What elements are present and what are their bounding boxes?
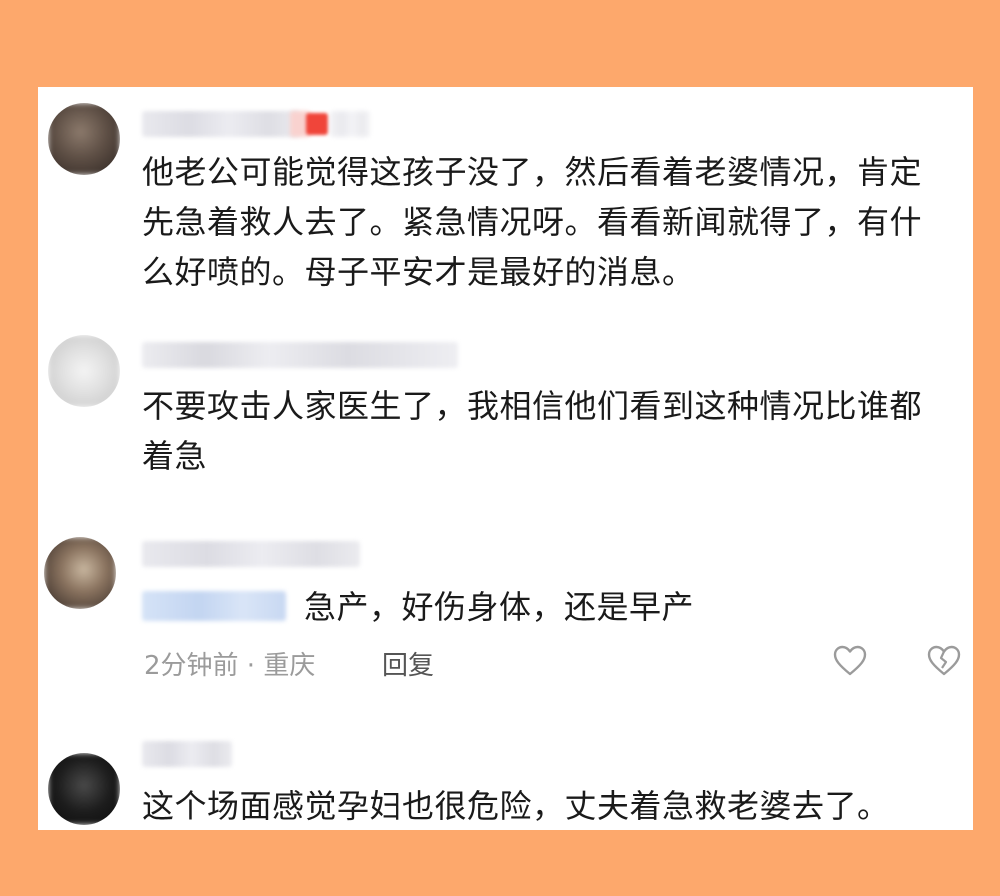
- screenshot-background: { "comments": [ { "text": "他老公可能觉得这孩子没了，…: [0, 0, 1000, 896]
- username[interactable]: [142, 111, 300, 137]
- user-badge-icon: [306, 113, 328, 135]
- username-tail: [330, 111, 370, 137]
- username[interactable]: [142, 541, 360, 567]
- username[interactable]: [142, 342, 458, 368]
- reply-button[interactable]: 回复: [382, 645, 434, 682]
- user-tag: [142, 591, 286, 621]
- avatar[interactable]: [48, 103, 120, 175]
- comments-card: 他老公可能觉得这孩子没了，然后看着老婆情况，肯定先急着救人去了。紧急情况呀。看看…: [38, 87, 973, 830]
- username[interactable]: [142, 741, 232, 767]
- comment-text: 这个场面感觉孕妇也很危险，丈夫着急救老婆去了。: [142, 787, 890, 825]
- broken-heart-icon[interactable]: [927, 645, 961, 677]
- comment-text: 不要攻击人家医生了，我相信他们看到这种情况比谁都着急: [142, 387, 923, 475]
- comment-text: 急产，好伤身体，还是早产: [304, 588, 695, 626]
- comment-time-location: 2分钟前 · 重庆: [144, 651, 316, 681]
- avatar[interactable]: [48, 335, 120, 407]
- avatar[interactable]: [44, 537, 116, 609]
- heart-outline-icon[interactable]: [833, 645, 867, 677]
- comment-text: 他老公可能觉得这孩子没了，然后看着老婆情况，肯定先急着救人去了。紧急情况呀。看看…: [142, 153, 923, 291]
- avatar[interactable]: [48, 753, 120, 825]
